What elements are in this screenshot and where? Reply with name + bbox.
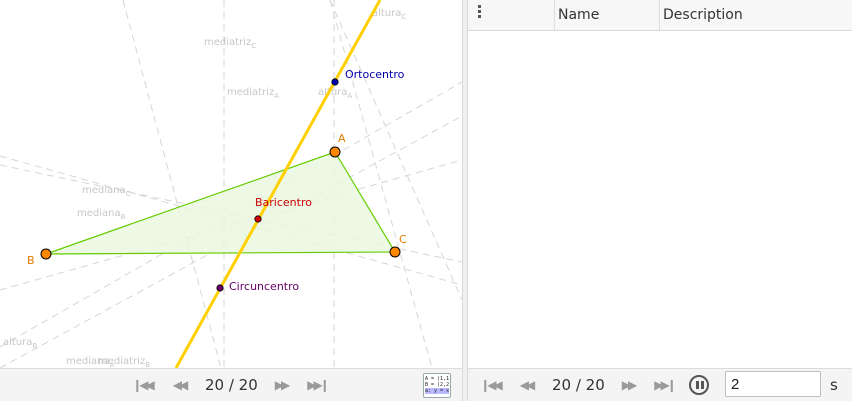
label-altura-c: alturaC [372, 8, 406, 21]
ortocentro-label: Ortocentro [345, 68, 405, 81]
speed-unit-label: s [830, 376, 838, 394]
step-counter: 20 / 20 [205, 376, 258, 394]
construction-protocol-panel: Name Description [468, 0, 852, 368]
column-header-name[interactable]: Name [554, 0, 660, 30]
algebra-toggle-line3: a: y = x [425, 388, 450, 394]
baricentro-point[interactable] [254, 215, 262, 223]
vertical-dots-icon[interactable] [478, 5, 482, 20]
triangle-abc[interactable] [45, 151, 397, 255]
label-mediatriz-a: mediatrizA [227, 87, 279, 100]
point-b[interactable] [40, 248, 52, 260]
skip-last-icon[interactable]: ▶▶❙ [653, 375, 677, 395]
graphics-view[interactable]: mediatrizC alturaC mediatrizA alturaA me… [0, 0, 462, 368]
label-mediana-b: medianaB [77, 208, 126, 221]
skip-first-icon[interactable]: ❙◀◀ [479, 375, 503, 395]
baricentro-label: Baricentro [255, 196, 312, 209]
point-c-label: C [399, 233, 407, 246]
column-header-description[interactable]: Description [659, 0, 852, 30]
circuncentro-label: Circuncentro [229, 280, 299, 293]
graphics-navigation-bar: ❙◀◀ ◀◀ 20 / 20 ▶▶ ▶▶❙ A = (1,1) B = (2,2… [0, 368, 462, 401]
protocol-table-body [468, 31, 852, 368]
label-mediatriz-b: mediatrizB [98, 356, 150, 368]
point-a-label: A [338, 132, 346, 145]
ortocentro-point[interactable] [331, 78, 339, 86]
protocol-navigation-bar: ❙◀◀ ◀◀ 20 / 20 ▶▶ ▶▶❙ s [468, 368, 852, 401]
label-altura-b: alturaB [3, 337, 37, 350]
point-b-label: B [27, 254, 35, 267]
geometry-canvas[interactable]: mediatrizC alturaC mediatrizA alturaA me… [0, 0, 462, 368]
step-forward-icon[interactable]: ▶▶ [270, 375, 292, 395]
pause-icon[interactable] [689, 375, 709, 395]
animation-speed-input[interactable] [725, 371, 821, 397]
step-forward-icon[interactable]: ▶▶ [617, 375, 639, 395]
step-back-icon[interactable]: ◀◀ [515, 375, 537, 395]
skip-first-icon[interactable]: ❙◀◀ [131, 375, 155, 395]
point-c[interactable] [389, 246, 401, 258]
skip-last-icon[interactable]: ▶▶❙ [306, 375, 330, 395]
label-mediatriz-c: mediatrizC [204, 37, 256, 50]
protocol-header: Name Description [468, 0, 852, 31]
point-a[interactable] [329, 146, 341, 158]
label-mediana-c: medianaC [82, 185, 131, 198]
step-back-icon[interactable]: ◀◀ [168, 375, 190, 395]
step-counter: 20 / 20 [552, 376, 605, 394]
label-altura-a: alturaA [318, 87, 352, 100]
circuncentro-point[interactable] [216, 284, 224, 292]
algebra-view-toggle-button[interactable]: A = (1,1) B = (2,2) a: y = x [423, 373, 451, 398]
helper-lines [0, 0, 462, 368]
